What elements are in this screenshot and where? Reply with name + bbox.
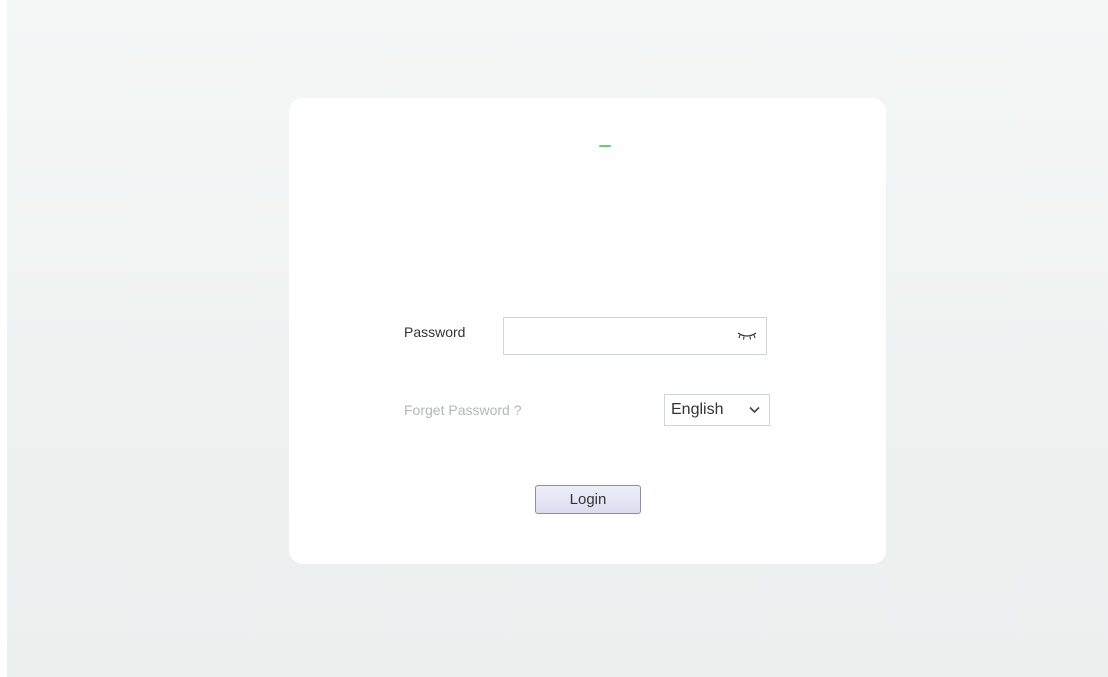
language-selected-value: English (671, 401, 724, 418)
forgot-password-link[interactable]: Forget Password ? (404, 402, 522, 418)
eye-closed-icon[interactable] (736, 329, 758, 343)
password-field[interactable] (503, 317, 767, 355)
password-input[interactable] (504, 318, 734, 354)
language-select[interactable]: English (664, 394, 770, 426)
login-button[interactable]: Login (535, 485, 641, 514)
logo (599, 145, 611, 147)
password-label: Password (404, 324, 466, 340)
chevron-down-icon (749, 406, 760, 414)
login-card: Password Forget Password ? English Login (289, 98, 886, 564)
page-background: Password Forget Password ? English Login (7, 0, 1108, 677)
